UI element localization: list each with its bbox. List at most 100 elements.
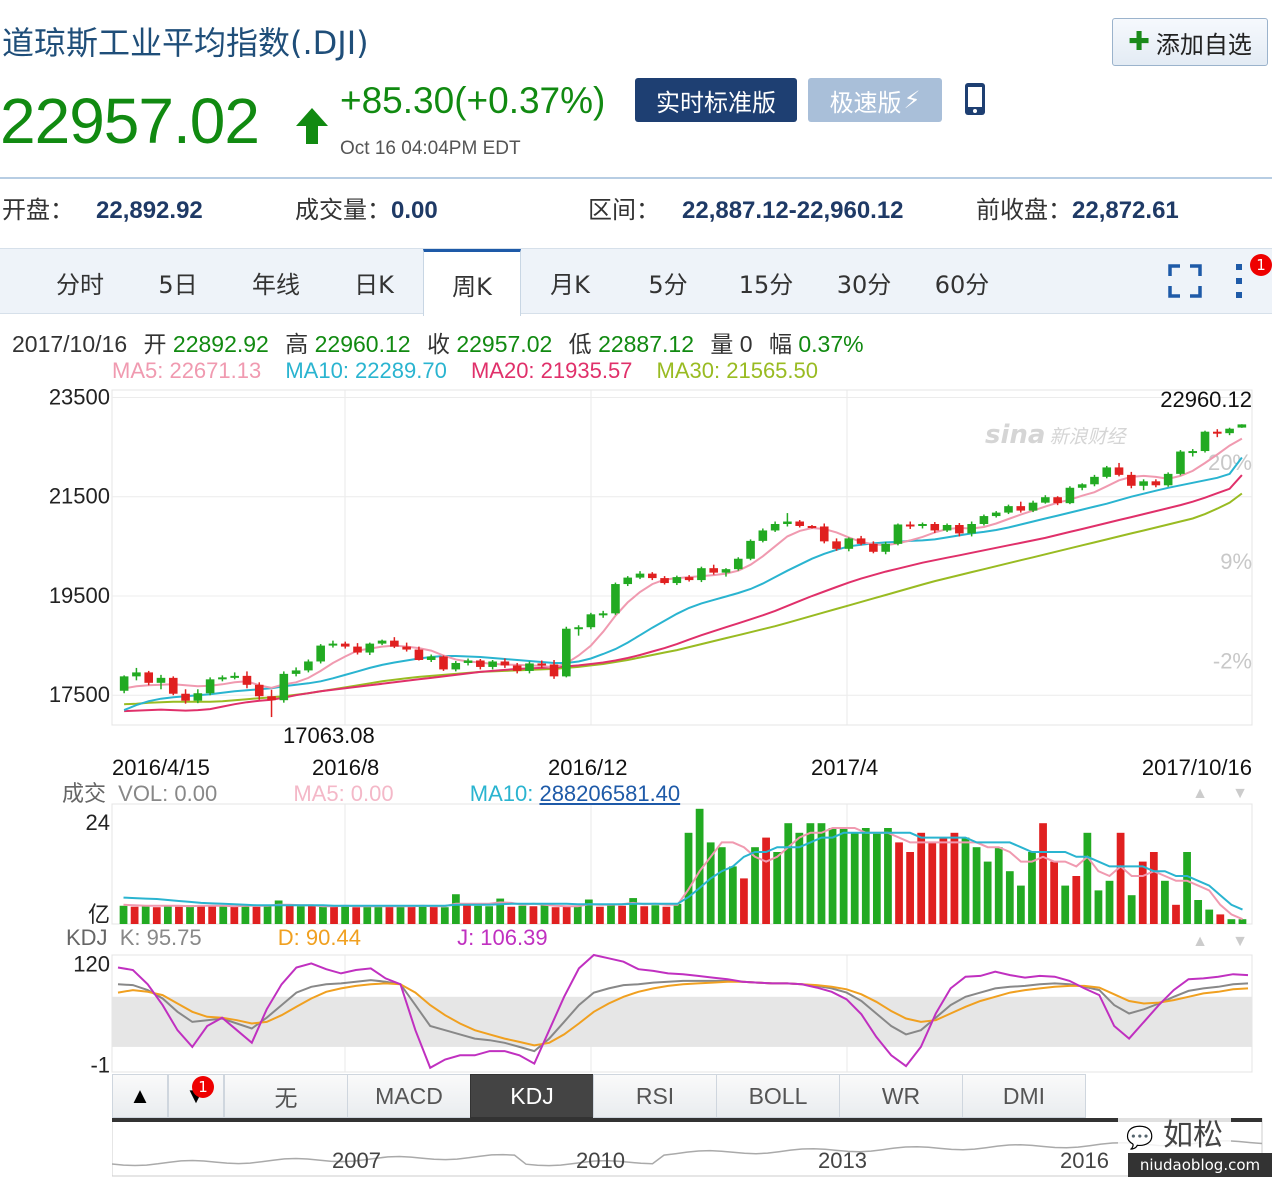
tab-60min[interactable]: 60分 <box>912 249 1012 315</box>
candle <box>279 673 289 701</box>
candle <box>574 627 583 630</box>
volume-bar <box>828 828 837 924</box>
candle <box>168 677 178 694</box>
volume-bar <box>584 899 593 924</box>
kdj-down-arrow: ▼ <box>1232 933 1248 950</box>
price-change: +85.30(+0.37%) <box>340 80 606 121</box>
volume-bar <box>197 906 205 924</box>
candle <box>267 696 276 701</box>
ind-tab-dmi[interactable]: DMI <box>962 1074 1086 1118</box>
navigator-year-label: 2013 <box>818 1148 867 1173</box>
candle <box>758 530 768 541</box>
volume-bar <box>152 907 161 924</box>
volume-bar <box>1205 909 1214 924</box>
candle <box>181 693 190 701</box>
volume-bar <box>618 905 626 924</box>
volume-bar <box>939 837 948 924</box>
volume-bar <box>961 837 970 924</box>
volume-bar <box>452 894 460 924</box>
candle <box>537 663 547 666</box>
tab-daily-k[interactable]: 日K <box>324 249 424 315</box>
candle <box>930 524 940 531</box>
candle <box>316 645 325 662</box>
ind-tab-kdj[interactable]: KDJ <box>470 1074 594 1118</box>
tab-30min[interactable]: 30分 <box>814 249 914 315</box>
candle <box>1028 502 1038 511</box>
site-watermark: niudaoblog.com <box>1128 1153 1272 1177</box>
candle <box>770 524 780 531</box>
standard-version-button[interactable]: 实时标准版 <box>635 78 797 122</box>
range-navigator[interactable]: 2007 2010 2013 2016 <box>112 1118 1272 1178</box>
mobile-icon[interactable] <box>962 82 988 116</box>
candle <box>291 670 301 674</box>
tab-5day[interactable]: 5日 <box>128 249 228 315</box>
volume-bar <box>1050 861 1059 924</box>
tab-monthly-k[interactable]: 月K <box>520 249 620 315</box>
volume-bar <box>463 905 471 924</box>
candle <box>377 640 387 644</box>
volume-bar <box>740 878 748 924</box>
ind-tab-boll[interactable]: BOLL <box>716 1074 840 1118</box>
tab-5min[interactable]: 5分 <box>618 249 718 315</box>
price-tick-label: 21500 <box>49 484 110 509</box>
candle <box>1212 431 1222 434</box>
candle <box>844 538 854 549</box>
pct-tick-label: 20% <box>1208 450 1252 475</box>
candle <box>218 677 227 680</box>
candle <box>684 577 694 581</box>
tab-yearline[interactable]: 年线 <box>226 249 326 315</box>
price-tick-label: 19500 <box>49 583 110 608</box>
volume-bar <box>596 906 604 924</box>
volume-bar <box>474 905 482 924</box>
candle <box>340 643 350 647</box>
vol-ma10-value[interactable]: 288206581.40 <box>539 781 680 806</box>
volume-bar <box>374 905 383 924</box>
ind-tab-none[interactable]: 无 <box>224 1074 348 1118</box>
candle <box>476 660 485 667</box>
fullscreen-icon[interactable] <box>1168 264 1202 298</box>
volume-bar <box>285 905 294 924</box>
fast-version-button[interactable]: 极速版 ⚡ <box>808 78 942 122</box>
candle <box>304 661 313 671</box>
candle <box>733 558 743 570</box>
add-watchlist-button[interactable]: ✚ 添加自选 <box>1112 18 1268 66</box>
candle <box>1114 467 1124 475</box>
volume-bar <box>861 828 870 924</box>
more-menu-icon[interactable] <box>1232 261 1246 301</box>
stat-prev-close: 前收盘：22,872.61 <box>976 196 1179 224</box>
candle <box>1053 497 1062 504</box>
volume-bar <box>562 905 571 924</box>
scroll-up-button[interactable]: ▲ <box>112 1074 168 1118</box>
candle <box>586 614 596 628</box>
candle <box>1237 424 1247 428</box>
vol-up-arrow: ▲ <box>1192 785 1208 802</box>
kline-chart[interactable]: 23500 21500 19500 17500 20% 9% -2% 22960.12 1706… <box>0 380 1272 1074</box>
candle <box>426 656 436 660</box>
candle <box>365 643 375 653</box>
candle <box>132 672 141 677</box>
candle <box>905 524 915 527</box>
candle <box>414 649 424 660</box>
volume-bar <box>1094 890 1103 924</box>
candle <box>819 526 829 542</box>
stat-range: 区间： 22,887.12-22,960.12 <box>588 196 904 224</box>
volume-bar <box>662 906 671 924</box>
candle <box>1065 487 1075 504</box>
ind-tab-wr[interactable]: WR <box>839 1074 963 1118</box>
volume-bar <box>884 828 892 924</box>
candle <box>451 662 461 670</box>
kdj-up-arrow: ▲ <box>1192 933 1208 950</box>
volume-bar <box>972 847 981 924</box>
volume-bar <box>1183 852 1191 924</box>
quote-time: Oct 16 04:04PM EDT <box>340 138 521 159</box>
tab-weekly-k[interactable]: 周K <box>423 249 521 316</box>
navigator-year-label: 2016 <box>1060 1148 1109 1173</box>
candle <box>672 577 682 584</box>
tab-15min[interactable]: 15分 <box>716 249 816 315</box>
candle <box>1176 451 1185 474</box>
ind-tab-rsi[interactable]: RSI <box>593 1074 717 1118</box>
tab-intraday[interactable]: 分时 <box>30 249 130 315</box>
plus-icon: ✚ <box>1128 27 1150 57</box>
volume-bar <box>806 823 815 924</box>
ind-tab-macd[interactable]: MACD <box>347 1074 471 1118</box>
